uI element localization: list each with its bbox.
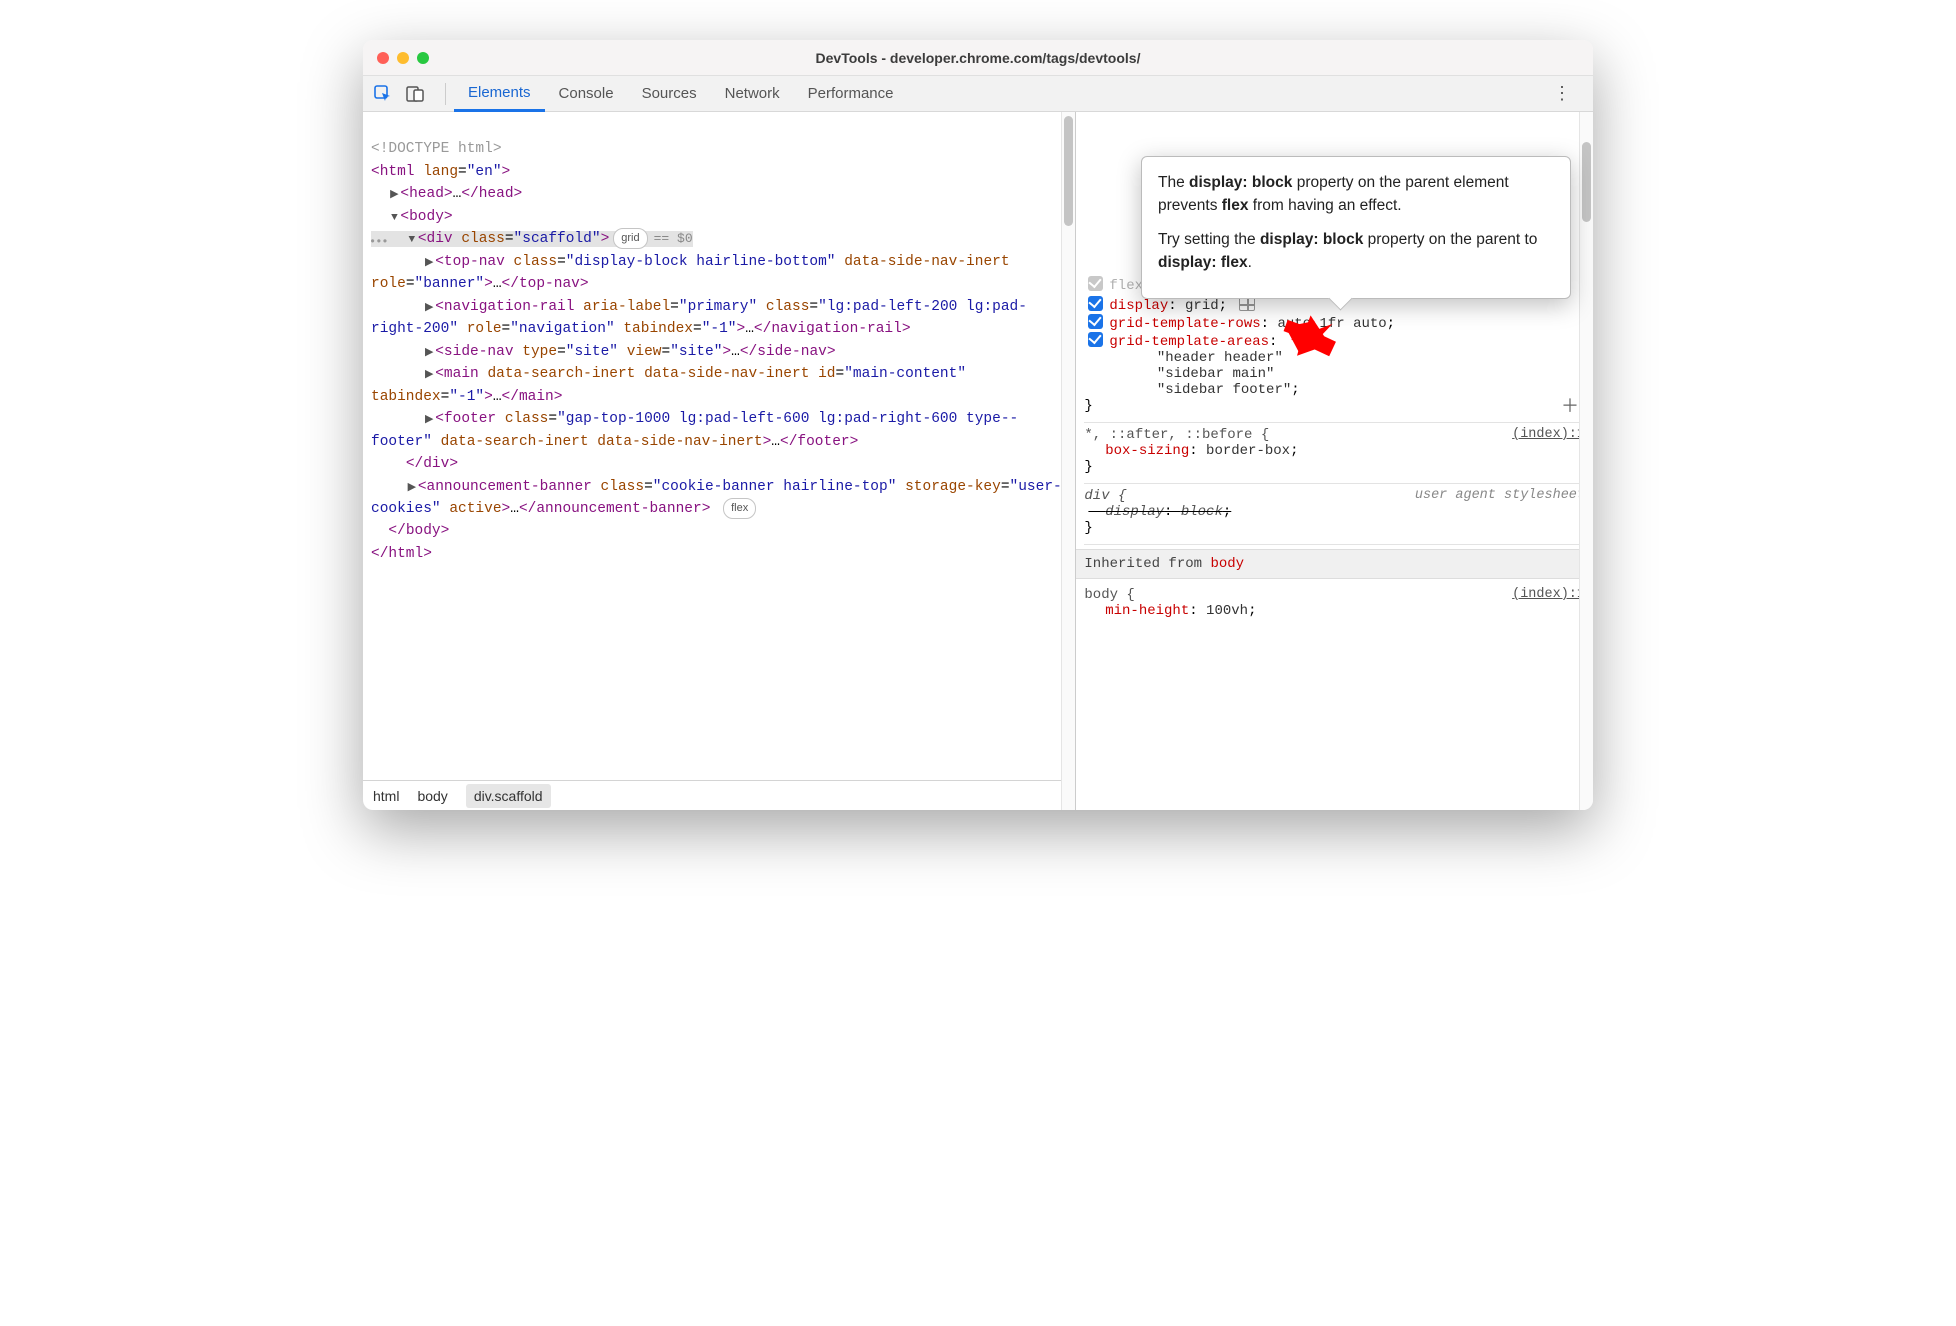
breadcrumb: html body div.scaffold (363, 780, 1075, 810)
dom-node[interactable]: <main data-search-inert data-side-nav-in… (371, 366, 975, 404)
breadcrumb-item[interactable]: html (373, 788, 399, 804)
property-checkbox[interactable] (1088, 332, 1103, 347)
source-link[interactable]: (index):1 (1512, 427, 1585, 442)
separator (445, 83, 446, 105)
expand-toggle-icon[interactable]: ▶ (423, 345, 435, 362)
dom-node[interactable]: <footer class="gap-top-1000 lg:pad-left-… (371, 411, 1018, 449)
doctype: <!DOCTYPE html> (371, 141, 502, 157)
rule-close: } (1084, 520, 1585, 536)
elements-dom-pane: <!DOCTYPE html> <html lang="en"> ▶<head>… (363, 112, 1076, 810)
rule-close: } (1084, 398, 1585, 414)
expand-toggle-icon[interactable]: ▶ (406, 480, 418, 497)
property-checkbox[interactable] (1088, 276, 1103, 291)
dom-node[interactable]: <body> (400, 209, 452, 225)
tab-network[interactable]: Network (711, 77, 794, 110)
source-link[interactable]: (index):1 (1512, 587, 1585, 602)
expand-toggle-icon[interactable]: ▶ (423, 300, 435, 317)
kebab-menu-icon[interactable]: ⋮ (1553, 83, 1571, 104)
expand-toggle-icon[interactable]: ▶ (423, 255, 435, 272)
css-rule[interactable]: (index):1 body { min-height: 100vh; (1084, 583, 1585, 627)
css-rule-user-agent[interactable]: user agent stylesheet div { display: blo… (1084, 484, 1585, 545)
property-checkbox[interactable] (1088, 314, 1103, 329)
dom-node[interactable]: </div> (406, 456, 458, 472)
dom-tree[interactable]: <!DOCTYPE html> <html lang="en"> ▶<head>… (363, 112, 1075, 780)
tab-console[interactable]: Console (545, 77, 628, 110)
rule-close: } (1084, 459, 1585, 475)
content-area: <!DOCTYPE html> <html lang="en"> ▶<head>… (363, 112, 1593, 810)
scrollbar[interactable] (1061, 112, 1075, 810)
dom-node[interactable]: </html> (371, 546, 432, 562)
inherited-from-header: Inherited from body (1076, 549, 1593, 579)
titlebar: DevTools - developer.chrome.com/tags/dev… (363, 40, 1593, 76)
device-toggle-icon[interactable] (405, 84, 425, 104)
layout-badge-flex[interactable]: flex (723, 498, 756, 519)
scrollbar-thumb[interactable] (1064, 116, 1073, 226)
scrollbar[interactable] (1579, 112, 1593, 810)
inspect-element-icon[interactable] (373, 84, 393, 104)
annotation-arrow-icon (1277, 308, 1341, 373)
expand-toggle-icon[interactable]: ▶ (423, 412, 435, 429)
window-title: DevTools - developer.chrome.com/tags/dev… (363, 50, 1593, 66)
scrollbar-thumb[interactable] (1582, 142, 1591, 222)
css-property[interactable]: min-height: 100vh; (1088, 603, 1585, 619)
tab-sources[interactable]: Sources (628, 77, 711, 110)
inactive-property-tooltip: The display: block property on the paren… (1141, 156, 1571, 299)
dom-node[interactable]: <html lang="en"> (371, 164, 510, 180)
breadcrumb-item[interactable]: body (417, 788, 447, 804)
grid-editor-icon[interactable] (1239, 297, 1255, 311)
property-checkbox[interactable] (1088, 296, 1103, 311)
dom-node[interactable]: <head>…</head> (400, 186, 522, 202)
css-selector[interactable]: body { (1084, 587, 1585, 603)
selected-marker: == $0 (654, 231, 693, 246)
devtools-window: DevTools - developer.chrome.com/tags/dev… (363, 40, 1593, 810)
breadcrumb-item-active[interactable]: div.scaffold (466, 784, 551, 808)
ua-stylesheet-label: user agent stylesheet (1415, 488, 1585, 503)
dom-node[interactable]: <side-nav type="site" view="site">…</sid… (435, 344, 835, 360)
tab-performance[interactable]: Performance (794, 77, 908, 110)
layout-badge-grid[interactable]: grid (613, 228, 647, 249)
dom-node[interactable]: </body> (388, 523, 449, 539)
tab-elements[interactable]: Elements (454, 76, 545, 112)
expand-toggle-icon[interactable]: ▼ (406, 232, 418, 249)
expand-toggle-icon[interactable]: ▶ (423, 367, 435, 384)
devtools-toolbar: Elements Console Sources Network Perform… (363, 76, 1593, 112)
css-property-overridden[interactable]: display: block; (1088, 504, 1585, 520)
expand-toggle-icon[interactable]: ▶ (388, 187, 400, 204)
dom-node-selected[interactable]: ▼<div class="scaffold">grid== $0 (371, 231, 693, 247)
css-rule[interactable]: (index):1 *, ::after, ::before { box-siz… (1084, 423, 1585, 484)
css-selector[interactable]: *, ::after, ::before { (1084, 427, 1585, 443)
expand-toggle-icon[interactable]: ▼ (388, 210, 400, 227)
dom-node[interactable]: <top-nav class="display-block hairline-b… (371, 254, 1018, 292)
css-property[interactable]: box-sizing: border-box; (1088, 443, 1585, 459)
add-property-button[interactable]: ＋ (1561, 392, 1579, 418)
dom-node[interactable]: <navigation-rail aria-label="primary" cl… (371, 299, 1027, 337)
dom-node[interactable]: <announcement-banner class="cookie-banne… (371, 479, 1062, 517)
